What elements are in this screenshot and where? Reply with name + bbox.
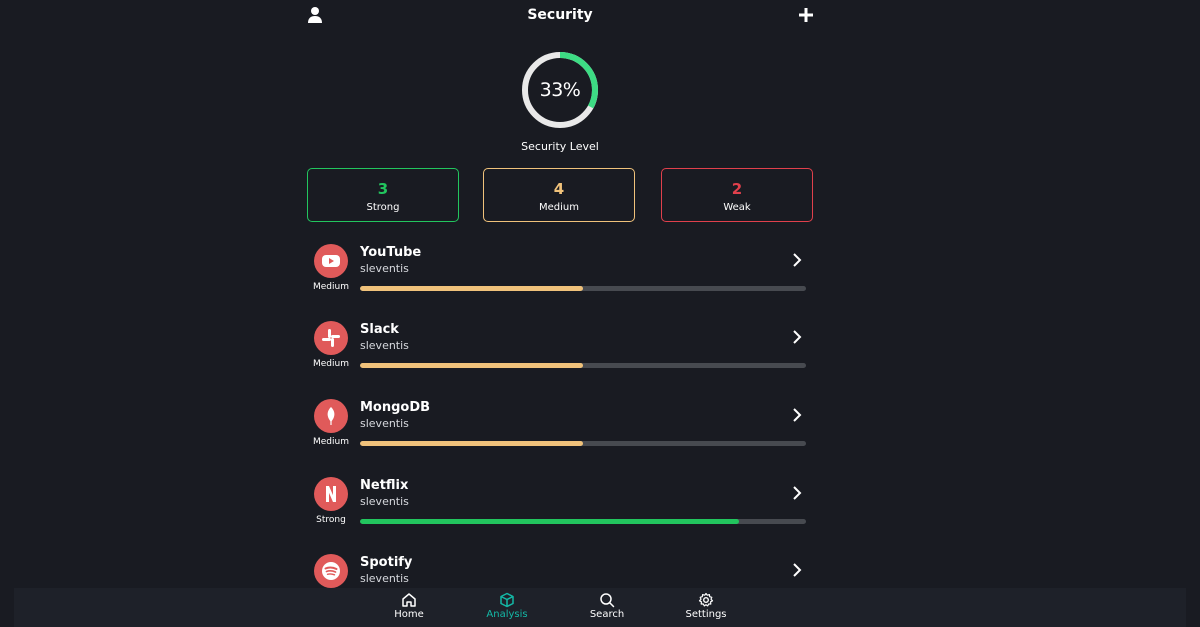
account-name: MongoDB [360,400,431,415]
home-icon [402,593,416,607]
page-title: Security [527,7,593,23]
strength-bar-fill [360,363,583,368]
nav-label-search: Search [589,609,625,620]
account-username: sleventis [360,572,409,585]
chevron-right-icon[interactable] [792,253,802,267]
weak-count: 2 [731,180,743,198]
mongodb-icon [314,399,348,433]
account-item-slack[interactable]: Slack sleventis Medium [306,319,812,389]
plus-icon[interactable] [797,6,815,24]
netflix-icon [314,477,348,511]
strength-label: Medium [313,282,349,292]
slack-icon [314,321,348,355]
strength-bar [360,286,806,291]
search-icon [600,593,615,608]
strong-count-card[interactable]: 3 Strong [307,168,459,222]
account-username: sleventis [360,339,409,352]
strength-bar [360,519,806,524]
weak-count-card[interactable]: 2 Weak [661,168,813,222]
weak-label: Weak [723,202,751,213]
strong-label: Strong [366,202,400,213]
account-item-youtube[interactable]: YouTube sleventis Medium [306,242,812,312]
medium-count: 4 [553,180,565,198]
nav-item-home[interactable]: Home [369,592,449,620]
account-item-spotify[interactable]: Spotify sleventis [306,552,812,588]
account-username: sleventis [360,495,409,508]
chevron-right-icon[interactable] [792,408,802,422]
account-name: YouTube [360,245,422,260]
nav-item-analysis[interactable]: Analysis [467,592,547,620]
account-username: sleventis [360,417,409,430]
chevron-right-icon[interactable] [792,563,802,577]
nav-label-analysis: Analysis [486,609,528,620]
strength-bar-fill [360,286,583,291]
nav-item-search[interactable]: Search [567,592,647,620]
strength-bar [360,441,806,446]
nav-label-home: Home [394,609,424,620]
account-name: Slack [360,322,399,337]
bottom-nav: Home Analysis Search Settings [14,588,1186,627]
strength-bar-fill [360,519,740,524]
nav-label-settings: Settings [685,609,727,620]
strength-label: Medium [313,359,349,369]
medium-label: Medium [539,202,579,213]
account-item-netflix[interactable]: Netflix sleventis Strong [306,475,812,545]
gear-icon [698,592,714,607]
medium-count-card[interactable]: 4 Medium [483,168,635,222]
security-level-percent: 33% [539,79,581,101]
nav-item-settings[interactable]: Settings [666,592,746,620]
account-item-mongodb[interactable]: MongoDB sleventis Medium [306,397,812,467]
security-screen: Security 33% Security Level 3 Strong 4 M… [0,0,1200,627]
youtube-icon [314,244,348,278]
account-name: Spotify [360,555,413,570]
strength-bar [360,363,806,368]
strength-label: Medium [313,437,349,447]
account-username: sleventis [360,262,409,275]
security-level-label: Security Level [521,140,599,153]
cube-icon [500,592,514,608]
strong-count: 3 [377,180,389,198]
chevron-right-icon[interactable] [792,486,802,500]
strength-label: Strong [316,515,346,525]
spotify-icon [314,554,348,588]
account-name: Netflix [360,478,409,493]
chevron-right-icon[interactable] [792,330,802,344]
strength-bar-fill [360,441,583,446]
